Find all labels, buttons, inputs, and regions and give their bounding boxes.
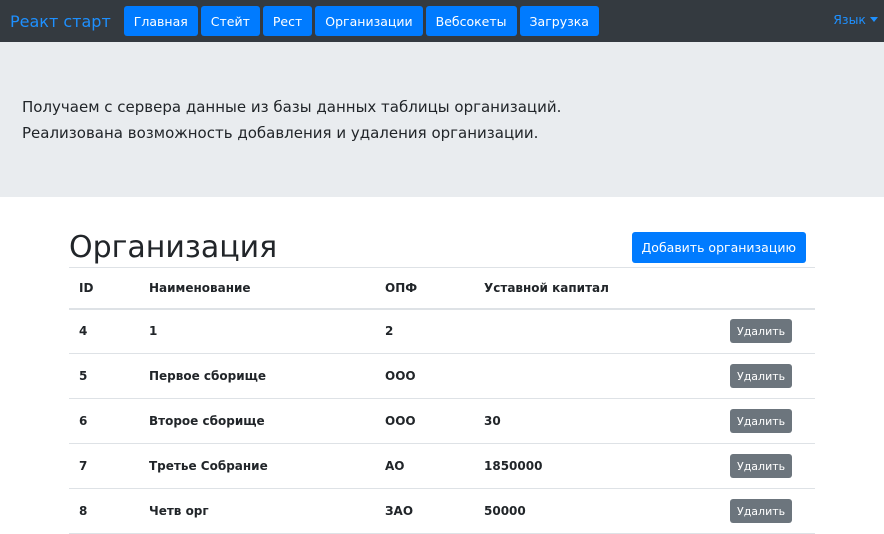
cell-actions: Удалить (720, 399, 815, 444)
header-id: ID (79, 280, 94, 295)
delete-button[interactable]: Удалить (730, 364, 793, 388)
language-dropdown[interactable]: Язык (833, 12, 878, 27)
cell-opf: ООО (385, 414, 416, 428)
cell-capital (474, 309, 720, 354)
table-row: 5 Первое сборище ООО Удалить (69, 354, 815, 399)
header-opf: ОПФ (385, 280, 418, 295)
cell-id: 5 (79, 369, 88, 383)
cell-capital: 30 (484, 414, 501, 428)
intro-jumbotron: Получаем с сервера данные из базы данных… (0, 42, 884, 197)
nav-organizations-button[interactable]: Организации (315, 6, 423, 36)
brand-link[interactable]: Реакт старт (10, 12, 111, 31)
nav-upload-button[interactable]: Загрузка (519, 6, 599, 36)
main-container: Организация Добавить организацию ID Наим… (69, 197, 815, 534)
cell-id: 4 (79, 324, 88, 339)
cell-actions: Удалить (720, 354, 815, 399)
cell-actions: Удалить (720, 309, 815, 354)
header-name: Наименование (149, 280, 251, 295)
cell-actions: Удалить (720, 444, 815, 489)
delete-button[interactable]: Удалить (730, 409, 793, 433)
nav-websockets-button[interactable]: Вебсокеты (425, 6, 517, 36)
cell-name: 1 (149, 324, 158, 339)
nav-home-button[interactable]: Главная (123, 6, 198, 36)
table-row: 7 Третье Собрание АО 1850000 Удалить (69, 444, 815, 489)
page-title: Организация (69, 229, 278, 265)
header-capital: Уставной капитал (484, 280, 609, 295)
header-actions (720, 268, 815, 309)
cell-name: Третье Собрание (149, 459, 268, 473)
intro-line-2: Реализована возможность добавления и уда… (22, 124, 539, 142)
cell-opf: АО (385, 459, 405, 473)
intro-line-1: Получаем с сервера данные из базы данных… (22, 98, 562, 116)
table-row: 4 1 2 Удалить (69, 309, 815, 354)
cell-name: Первое сборище (149, 369, 267, 383)
nav-rest-button[interactable]: Рест (262, 6, 313, 36)
delete-button[interactable]: Удалить (730, 454, 793, 478)
delete-button[interactable]: Удалить (730, 499, 793, 523)
cell-opf: 2 (385, 324, 394, 339)
language-label: Язык (833, 12, 866, 27)
cell-capital: 1850000 (484, 459, 543, 473)
table-header-row: ID Наименование ОПФ Уставной капитал (69, 267, 815, 309)
cell-name: Второе сборище (149, 414, 265, 428)
add-organization-button[interactable]: Добавить организацию (631, 231, 806, 263)
delete-button[interactable]: Удалить (730, 319, 793, 344)
cell-opf: ООО (385, 369, 416, 383)
caret-down-icon (870, 17, 878, 22)
organizations-table: ID Наименование ОПФ Уставной капитал 4 1… (69, 267, 815, 534)
cell-id: 6 (79, 414, 88, 428)
cell-capital (474, 354, 720, 399)
cell-id: 7 (79, 459, 88, 473)
header-row: Организация Добавить организацию (69, 227, 815, 267)
table-row: 6 Второе сборище ООО 30 Удалить (69, 399, 815, 444)
navbar: Реакт старт Главная Стейт Рест Организац… (0, 0, 884, 42)
nav-state-button[interactable]: Стейт (200, 6, 260, 36)
